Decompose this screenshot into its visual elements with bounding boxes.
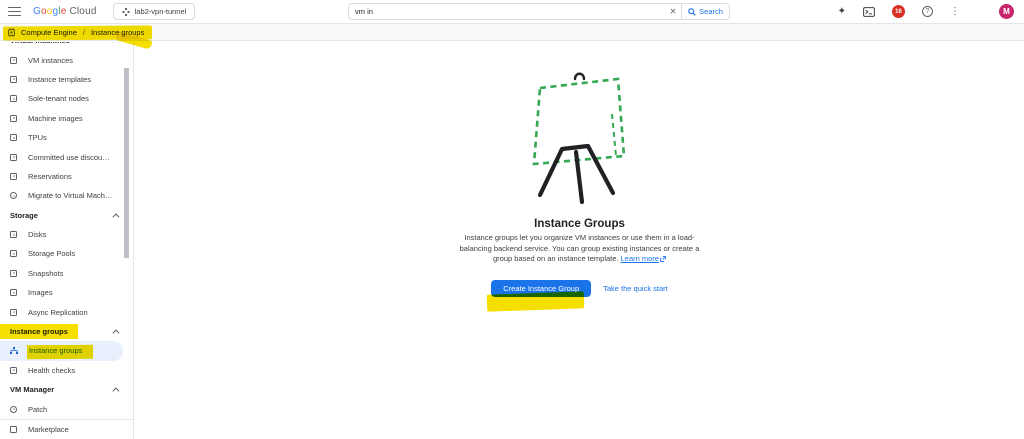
vm-instances-icon — [10, 57, 17, 64]
storage-pools-icon — [10, 250, 17, 257]
sidebar-item-sole-tenant-nodes[interactable]: Sole-tenant nodes — [0, 89, 133, 108]
top-bar: GoogleCloud lab2-vpn-tunnel ✕ Search ✦ 1… — [0, 0, 1024, 24]
snapshots-icon — [10, 270, 17, 277]
sidebar-item-health-checks[interactable]: Health checks — [0, 361, 133, 380]
sidebar-item-machine-images[interactable]: Machine images — [0, 109, 133, 128]
instance-templates-icon — [10, 76, 17, 83]
section-storage[interactable]: Storage — [0, 206, 133, 225]
search-icon — [688, 8, 696, 16]
sidebar-item-committed-use-discounts[interactable]: Committed use discou… — [0, 147, 133, 166]
sidebar-item-images[interactable]: Images — [0, 283, 133, 302]
disks-icon — [10, 231, 17, 238]
health-checks-icon — [10, 367, 17, 374]
sidebar-item-async-replication[interactable]: Async Replication — [0, 302, 133, 321]
instance-groups-icon — [10, 347, 18, 355]
patch-icon — [10, 406, 17, 413]
project-icon — [122, 8, 130, 16]
sidebar-item-vm-instances[interactable]: VM instances — [0, 50, 133, 69]
breadcrumb: Compute Engine / Instance groups — [0, 24, 1024, 41]
sidebar-item-storage-pools[interactable]: Storage Pools — [0, 244, 133, 263]
learn-more-link[interactable]: Learn more — [621, 254, 666, 263]
google-cloud-logo[interactable]: GoogleCloud — [33, 6, 97, 17]
action-row: Create Instance Group Take the quick sta… — [491, 280, 668, 297]
async-replication-icon — [10, 309, 17, 316]
project-name: lab2-vpn-tunnel — [135, 7, 187, 16]
breadcrumb-product[interactable]: Compute Engine — [21, 28, 77, 37]
sidebar-item-migrate-to-virtual-machines[interactable]: Migrate to Virtual Mach… — [0, 186, 133, 205]
more-options-icon[interactable]: ⋮ — [950, 7, 960, 17]
easel-illustration — [518, 64, 642, 210]
sidebar-item-tpus[interactable]: TPUs — [0, 128, 133, 147]
account-avatar[interactable]: M — [999, 4, 1014, 19]
project-selector[interactable]: lab2-vpn-tunnel — [113, 3, 196, 20]
collapse-icon — [112, 213, 119, 220]
sidebar-item-snapshots[interactable]: Snapshots — [0, 264, 133, 283]
migrate-icon — [10, 192, 17, 199]
sidebar-nav: Virtual machines VM instances Instance t… — [0, 42, 134, 439]
section-vm-manager[interactable]: VM Manager — [0, 380, 133, 399]
reservations-icon — [10, 173, 17, 180]
create-instance-group-button[interactable]: Create Instance Group — [491, 280, 591, 297]
search-button[interactable]: Search — [681, 4, 729, 19]
tpus-icon — [10, 134, 17, 141]
compute-engine-icon — [7, 28, 16, 37]
sidebar-item-instance-templates[interactable]: Instance templates — [0, 70, 133, 89]
breadcrumb-page: Instance groups — [91, 28, 144, 37]
external-link-icon — [660, 256, 666, 262]
sidebar-item-instance-groups[interactable]: Instance groups — [0, 341, 123, 360]
committed-use-discounts-icon — [10, 154, 17, 161]
topbar-actions: ✦ 16 ? ⋮ M — [838, 4, 1014, 19]
machine-images-icon — [10, 115, 17, 122]
search-bar: ✕ Search — [348, 3, 730, 20]
sidebar-item-disks[interactable]: Disks — [0, 225, 133, 244]
page-description: Instance groups let you organize VM inst… — [460, 233, 700, 265]
menu-icon[interactable] — [8, 7, 21, 16]
sidebar-item-patch[interactable]: Patch — [0, 399, 133, 418]
sidebar-scrollbar[interactable] — [124, 68, 129, 258]
section-instance-groups[interactable]: Instance groups — [0, 322, 133, 341]
help-icon[interactable]: ? — [922, 6, 933, 17]
main-content: Instance Groups Instance groups let you … — [135, 42, 1024, 439]
cloud-shell-icon[interactable] — [863, 7, 875, 17]
sole-tenant-nodes-icon — [10, 95, 17, 102]
gemini-icon[interactable]: ✦ — [838, 6, 846, 17]
sidebar-item-marketplace[interactable]: Marketplace — [0, 420, 133, 439]
page-title: Instance Groups — [534, 218, 625, 230]
collapse-icon — [112, 42, 119, 46]
breadcrumb-separator: / — [82, 28, 86, 37]
search-input[interactable] — [349, 4, 665, 19]
take-quick-start-link[interactable]: Take the quick start — [603, 284, 668, 293]
collapse-icon — [112, 329, 119, 336]
sidebar-item-reservations[interactable]: Reservations — [0, 167, 133, 186]
clear-search-icon[interactable]: ✕ — [665, 4, 681, 19]
section-virtual-machines[interactable]: Virtual machines — [0, 42, 133, 50]
collapse-icon — [112, 388, 119, 395]
instance-groups-empty-state: Instance Groups Instance groups let you … — [135, 42, 1024, 297]
images-icon — [10, 289, 17, 296]
google-cloud-console: GoogleCloud lab2-vpn-tunnel ✕ Search ✦ 1… — [0, 0, 1024, 439]
marketplace-icon — [10, 426, 17, 433]
notifications-badge[interactable]: 16 — [892, 5, 905, 18]
